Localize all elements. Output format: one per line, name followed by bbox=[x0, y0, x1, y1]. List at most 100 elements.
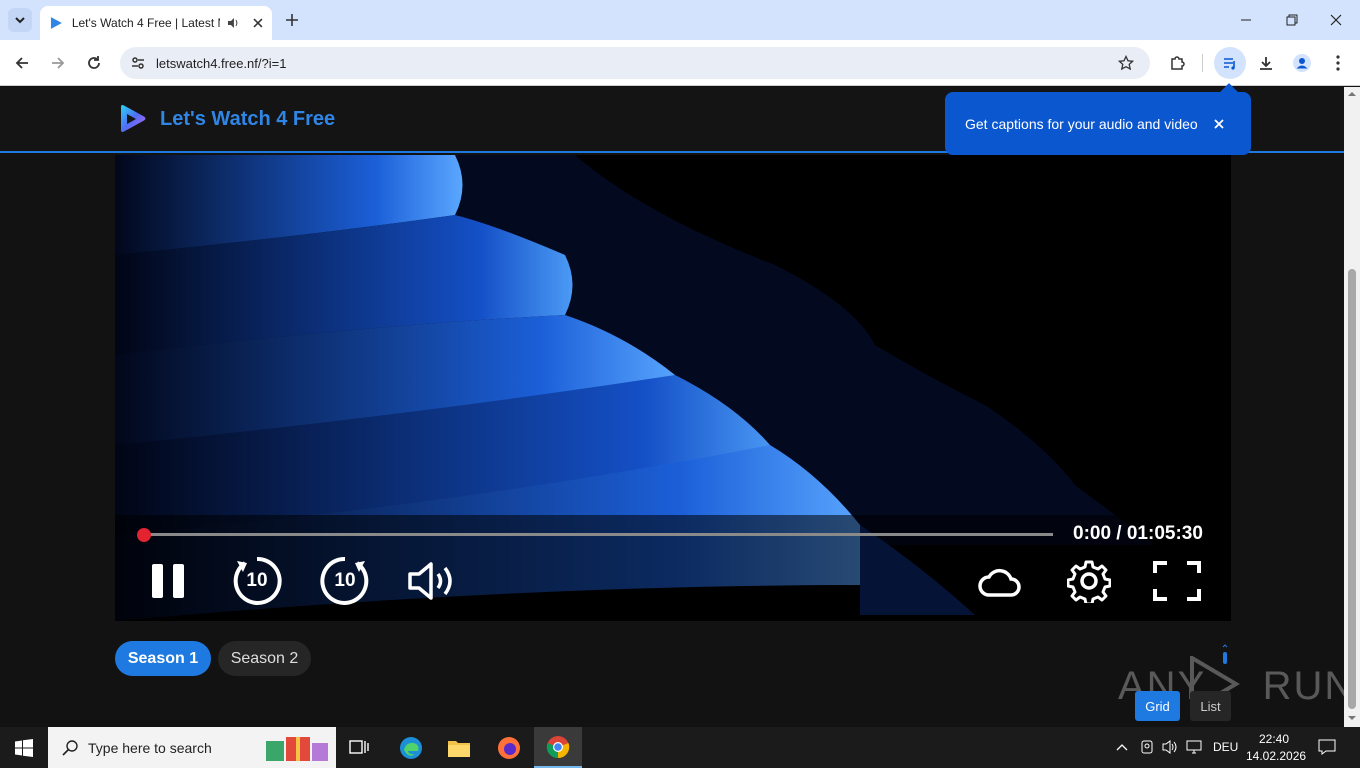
notifications-button[interactable] bbox=[1316, 737, 1338, 757]
tray-language[interactable]: DEU bbox=[1213, 740, 1238, 754]
minimize-icon bbox=[1241, 19, 1251, 21]
media-queue-icon bbox=[1224, 58, 1235, 70]
page-scrollbar[interactable] bbox=[1344, 87, 1360, 727]
pause-icon bbox=[152, 564, 184, 598]
season-1-label: Season 1 bbox=[127, 649, 199, 667]
restore-icon bbox=[1286, 14, 1298, 26]
grid-view-label: Grid bbox=[1145, 698, 1170, 714]
volume-button[interactable] bbox=[407, 559, 459, 603]
progress-handle[interactable] bbox=[137, 528, 151, 542]
site-settings-icon[interactable] bbox=[130, 55, 146, 71]
search-icon bbox=[62, 739, 78, 756]
taskbar-search[interactable]: Type here to search bbox=[48, 727, 336, 768]
clock-time: 22:40 bbox=[1258, 732, 1290, 746]
tray-network-button[interactable] bbox=[1185, 738, 1205, 756]
url-text: letswatch4.free.nf/?i=1 bbox=[156, 55, 287, 71]
search-highlight-gifts-icon bbox=[266, 737, 328, 761]
chevron-down-icon bbox=[15, 17, 25, 24]
address-bar[interactable]: letswatch4.free.nf/?i=1 bbox=[120, 47, 1150, 79]
reload-icon bbox=[88, 56, 100, 69]
list-view-button[interactable]: List bbox=[1190, 691, 1231, 721]
cloud-icon bbox=[978, 568, 1021, 597]
close-icon bbox=[1330, 14, 1342, 26]
bookmark-star-icon[interactable] bbox=[1118, 55, 1134, 71]
arrow-right-icon bbox=[52, 57, 65, 69]
tray-overflow-button[interactable] bbox=[1114, 738, 1130, 756]
reload-button[interactable] bbox=[82, 51, 106, 75]
extensions-button[interactable] bbox=[1166, 51, 1190, 75]
cast-button[interactable] bbox=[977, 561, 1023, 601]
download-button[interactable] bbox=[1254, 51, 1278, 75]
firefox-taskbar-button[interactable] bbox=[494, 733, 524, 763]
list-view-label: List bbox=[1200, 698, 1221, 714]
firefox-icon bbox=[498, 737, 520, 759]
scroll-down-arrow-icon[interactable] bbox=[1344, 711, 1360, 725]
scroll-up-arrow-icon[interactable] bbox=[1344, 87, 1360, 101]
site-title[interactable]: Let's Watch 4 Free bbox=[160, 108, 335, 131]
scroll-up-indicator[interactable] bbox=[1222, 644, 1228, 664]
tray-volume-button[interactable] bbox=[1160, 738, 1180, 756]
menu-button[interactable] bbox=[1326, 51, 1350, 75]
browser-tab[interactable]: Let's Watch 4 Free | Latest M bbox=[40, 6, 272, 40]
tray-clock[interactable]: 22:40 14.02.2026 bbox=[1246, 731, 1306, 765]
tray-meet-button[interactable] bbox=[1138, 738, 1156, 756]
pause-button[interactable] bbox=[151, 561, 187, 601]
captions-popup: Get captions for your audio and video bbox=[945, 92, 1251, 155]
forward-button[interactable] bbox=[46, 51, 70, 75]
tab-search-button[interactable] bbox=[8, 8, 32, 32]
folder-icon bbox=[448, 741, 470, 757]
time-display: 0:00 / 01:05:30 bbox=[1073, 523, 1203, 544]
play-logo-icon bbox=[121, 105, 146, 132]
fullscreen-button[interactable] bbox=[1153, 561, 1201, 601]
speaker-icon bbox=[1162, 740, 1177, 754]
restore-button[interactable] bbox=[1282, 10, 1302, 30]
close-window-button[interactable] bbox=[1326, 10, 1346, 30]
grid-view-button[interactable]: Grid bbox=[1135, 691, 1180, 721]
task-view-icon bbox=[349, 740, 369, 754]
video-frame bbox=[115, 155, 1231, 621]
back-button[interactable] bbox=[10, 51, 34, 75]
webcam-icon bbox=[1141, 740, 1153, 754]
kebab-menu-icon bbox=[1336, 55, 1340, 71]
rewind-label: 10 bbox=[246, 570, 268, 591]
explorer-taskbar-button[interactable] bbox=[444, 733, 474, 763]
video-player[interactable]: 0:00 / 01:05:30 10 10 bbox=[115, 155, 1231, 621]
speaker-icon[interactable] bbox=[226, 16, 240, 30]
season-2-label: Season 2 bbox=[230, 649, 299, 667]
task-view-button[interactable] bbox=[346, 735, 372, 761]
windows-logo-icon bbox=[15, 738, 33, 757]
scroll-indicator-icon bbox=[1222, 644, 1228, 664]
fullscreen-icon bbox=[1153, 561, 1201, 601]
plus-icon bbox=[286, 14, 298, 26]
settings-button[interactable] bbox=[1066, 559, 1112, 606]
start-button[interactable] bbox=[0, 727, 48, 768]
rewind-10-button[interactable]: 10 bbox=[231, 555, 283, 607]
close-popup-icon[interactable] bbox=[1213, 118, 1225, 130]
edge-icon bbox=[400, 737, 422, 759]
avatar-icon bbox=[1293, 54, 1311, 72]
notification-icon bbox=[1318, 739, 1336, 755]
season-1-button[interactable]: Season 1 bbox=[115, 641, 211, 676]
chevron-up-icon bbox=[1116, 744, 1128, 751]
chrome-taskbar-button[interactable] bbox=[534, 727, 582, 768]
profile-button[interactable] bbox=[1290, 51, 1314, 75]
minimize-button[interactable] bbox=[1236, 10, 1256, 30]
search-placeholder: Type here to search bbox=[88, 739, 212, 756]
close-tab-icon[interactable] bbox=[252, 17, 264, 29]
chrome-icon bbox=[546, 735, 570, 758]
tab-title: Let's Watch 4 Free | Latest M bbox=[71, 16, 221, 30]
progress-track[interactable] bbox=[144, 533, 1053, 536]
forward-10-button[interactable]: 10 bbox=[319, 555, 371, 607]
arrow-left-icon bbox=[15, 57, 28, 69]
puzzle-icon bbox=[1171, 56, 1185, 70]
volume-icon bbox=[408, 562, 452, 600]
media-controls-button[interactable] bbox=[1214, 47, 1246, 79]
gear-icon bbox=[1066, 560, 1112, 606]
scrollbar-thumb[interactable] bbox=[1348, 269, 1356, 709]
new-tab-button[interactable] bbox=[282, 10, 302, 30]
network-icon bbox=[1186, 740, 1202, 754]
season-2-button[interactable]: Season 2 bbox=[218, 641, 311, 676]
edge-taskbar-button[interactable] bbox=[396, 733, 426, 763]
site-logo[interactable] bbox=[116, 103, 148, 135]
toolbar-divider bbox=[1202, 54, 1203, 72]
